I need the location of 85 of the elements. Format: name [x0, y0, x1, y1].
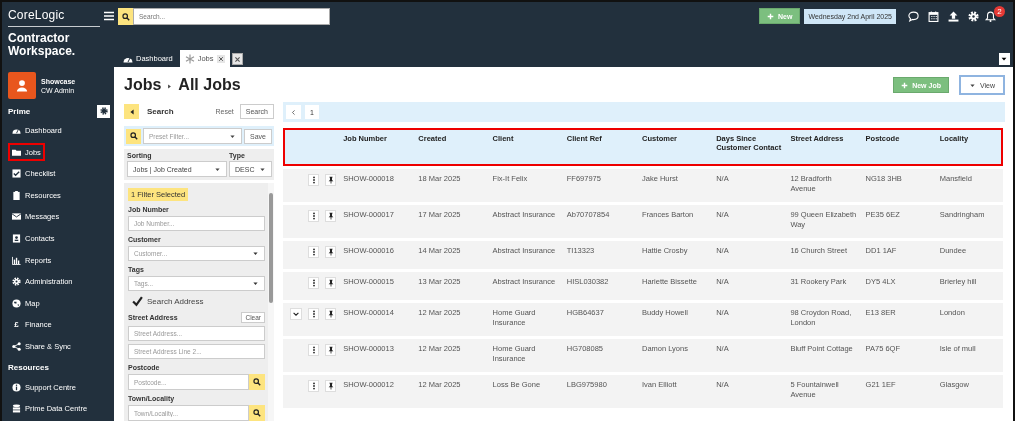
search-button[interactable] [249, 374, 265, 390]
row-menu-button[interactable] [308, 277, 320, 289]
share-icon [12, 342, 21, 352]
contact-card-icon [12, 234, 21, 244]
pin-icon [326, 310, 335, 318]
notifications-button[interactable]: 2 [985, 6, 1005, 24]
expand-button[interactable] [290, 308, 303, 320]
row-menu-button[interactable] [308, 174, 320, 186]
chevron-down-icon [292, 310, 301, 318]
close-icon [233, 55, 241, 63]
search-button[interactable] [249, 405, 265, 421]
plus-icon [901, 81, 909, 89]
checkbox-icon [12, 169, 21, 179]
pin-icon [326, 212, 335, 220]
notification-badge: 2 [994, 6, 1005, 17]
globe-icon [12, 298, 21, 308]
search-icon [253, 378, 261, 386]
checkmark-icon [132, 296, 143, 308]
pin-button[interactable] [325, 210, 337, 222]
checkbox[interactable] [132, 296, 143, 308]
pin-icon [326, 248, 335, 256]
calendar-icon [927, 10, 939, 22]
caret-icon [252, 250, 259, 258]
envelope-icon [12, 212, 21, 222]
gear-icon [99, 107, 108, 115]
row-menu-button[interactable] [308, 308, 320, 320]
row-menu-button[interactable] [308, 246, 320, 258]
chat-button[interactable] [905, 8, 921, 24]
row-menu-button[interactable] [308, 344, 320, 356]
collapse-button[interactable] [124, 104, 139, 119]
section-title: Resources [8, 363, 49, 373]
row-menu-button[interactable] [308, 380, 320, 392]
scrollbar[interactable] [268, 183, 274, 421]
close-icon [217, 55, 224, 62]
panel-title: Search [147, 107, 174, 116]
pin-icon [326, 382, 335, 390]
checkbox-label: Search Address [147, 297, 204, 307]
person-icon [14, 77, 30, 94]
close-all-button[interactable] [231, 53, 243, 65]
pin-button[interactable] [325, 246, 337, 258]
caret-icon [252, 280, 259, 288]
pin-button[interactable] [325, 308, 337, 320]
asterisk-icon [184, 53, 195, 64]
database-icon [12, 404, 21, 414]
search-icon [129, 132, 138, 140]
chat-icon [907, 10, 919, 22]
chevron-left-icon [290, 108, 297, 116]
gear-icon [12, 277, 21, 287]
menu-icon [104, 11, 114, 21]
settings-button[interactable] [97, 104, 110, 118]
bell-icon [985, 11, 996, 22]
plus-icon [767, 12, 775, 20]
page-title: All Jobs [178, 76, 241, 94]
pin-button[interactable] [325, 277, 337, 289]
caret-icon [968, 81, 976, 89]
caret-icon [214, 165, 221, 173]
section-title: Prime [8, 106, 31, 116]
pin-button[interactable] [325, 380, 337, 392]
search-icon [121, 12, 130, 21]
caret-icon [1000, 55, 1008, 63]
upload-icon [947, 10, 959, 22]
breadcrumb-caret-icon [166, 82, 174, 90]
search-button[interactable] [118, 8, 133, 25]
pin-button[interactable] [325, 174, 337, 186]
clipboard-icon [12, 190, 21, 200]
pin-icon [326, 279, 335, 287]
tabs-dropdown-button[interactable] [999, 53, 1010, 65]
menu-button[interactable] [104, 11, 114, 21]
company-logo: CoreLogic [8, 8, 65, 22]
caret-icon [229, 132, 237, 140]
folder-icon [12, 147, 21, 157]
settings-icon [967, 10, 979, 22]
bar-chart-icon [12, 255, 21, 265]
search-button[interactable] [126, 128, 141, 144]
caret-icon [259, 165, 266, 173]
pin-button[interactable] [325, 344, 337, 356]
pin-icon [326, 176, 335, 184]
info-icon [12, 382, 21, 392]
pin-icon [326, 346, 335, 354]
row-menu-button[interactable] [308, 210, 320, 222]
search-icon [253, 409, 261, 417]
product-name: Contractor Workspace. [8, 32, 77, 58]
pound-sign: £ [13, 320, 20, 330]
close-button[interactable] [216, 54, 225, 63]
page-title: Jobs [124, 76, 162, 94]
